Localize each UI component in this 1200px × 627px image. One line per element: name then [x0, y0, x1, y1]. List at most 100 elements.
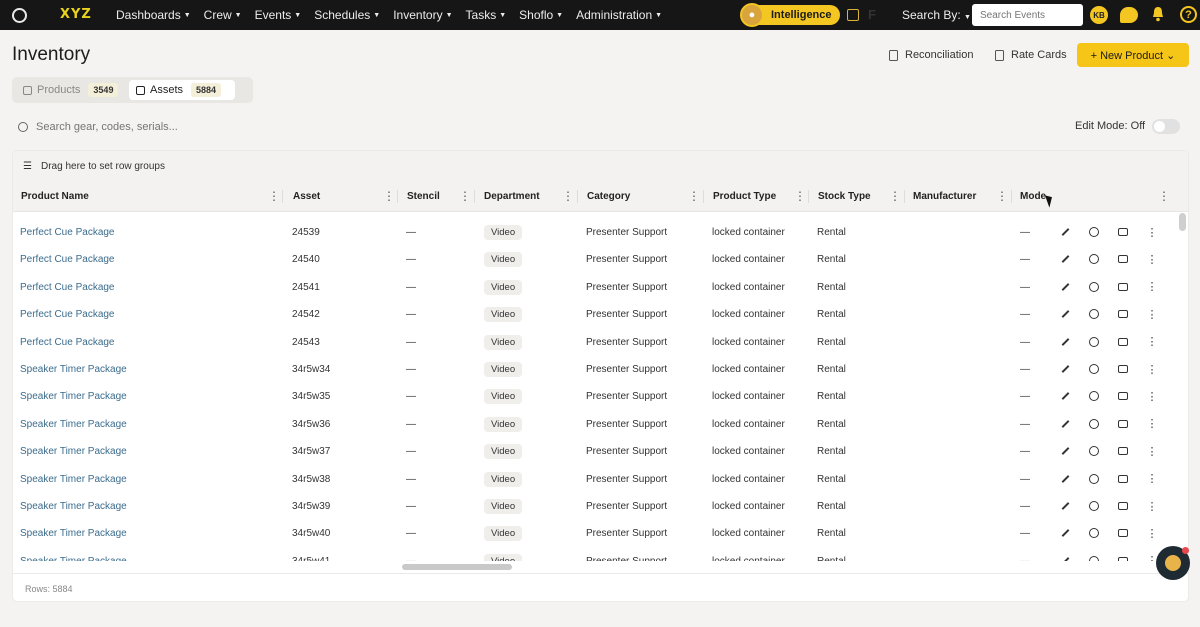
printer-icon[interactable]: [1117, 226, 1129, 238]
horizontal-scrollbar-track[interactable]: [13, 561, 1188, 571]
rate-cards-button[interactable]: Rate Cards: [995, 44, 1067, 66]
table-row[interactable]: Speaker Timer Package 34r5w34 — Video Presen…: [13, 356, 1188, 383]
horizontal-scrollbar-thumb[interactable]: [402, 564, 512, 570]
column-divider[interactable]: [904, 190, 905, 203]
column-divider[interactable]: [397, 190, 398, 203]
brand-logo[interactable]: XYZ: [60, 7, 92, 22]
nav-inventory[interactable]: Inventory ▼: [393, 8, 452, 22]
edit-pencil-icon[interactable]: [1059, 363, 1071, 375]
history-icon[interactable]: [1088, 527, 1100, 539]
more-vertical-icon[interactable]: ⋮: [1146, 336, 1158, 348]
more-vertical-icon[interactable]: ⋮: [1146, 281, 1158, 293]
search-by-dropdown[interactable]: Search By: ▼: [902, 8, 971, 22]
printer-icon[interactable]: [1117, 473, 1129, 485]
history-icon[interactable]: [1088, 390, 1100, 402]
cell-product-name[interactable]: Speaker Timer Package: [20, 438, 127, 465]
history-icon[interactable]: [1088, 418, 1100, 430]
column-divider[interactable]: [282, 190, 283, 203]
history-icon[interactable]: [1088, 308, 1100, 320]
column-menu-icon[interactable]: ⋮: [794, 190, 806, 202]
printer-icon[interactable]: [1117, 500, 1129, 512]
column-header-category[interactable]: Category: [587, 181, 630, 212]
column-menu-icon[interactable]: ⋮: [996, 190, 1008, 202]
column-menu-icon[interactable]: ⋮: [688, 190, 700, 202]
column-menu-icon[interactable]: ⋮: [383, 190, 395, 202]
grid-menu-icon[interactable]: ⋮: [1158, 190, 1170, 202]
gear-search-input[interactable]: [36, 121, 286, 133]
nav-tasks[interactable]: Tasks ▼: [466, 8, 507, 22]
column-divider[interactable]: [577, 190, 578, 203]
search-events-input[interactable]: [972, 4, 1083, 26]
user-avatar[interactable]: KB: [1090, 6, 1108, 24]
nav-dashboards[interactable]: Dashboards ▼: [116, 8, 191, 22]
table-row[interactable]: Speaker Timer Package 34r5w38 — Video Presen…: [13, 466, 1188, 493]
nav-administration[interactable]: Administration ▼: [576, 8, 662, 22]
new-product-button[interactable]: + New Product ⌄: [1077, 43, 1189, 67]
more-vertical-icon[interactable]: ⋮: [1146, 418, 1158, 430]
column-divider[interactable]: [474, 190, 475, 203]
column-divider[interactable]: [703, 190, 704, 203]
history-icon[interactable]: [1088, 253, 1100, 265]
column-header-manufacturer[interactable]: Manufacturer: [913, 181, 976, 212]
edit-pencil-icon[interactable]: [1059, 253, 1071, 265]
edit-mode-toggle[interactable]: [1152, 119, 1180, 134]
table-row[interactable]: Speaker Timer Package 34r5w39 — Video Presen…: [13, 493, 1188, 520]
history-icon[interactable]: [1088, 281, 1100, 293]
table-row[interactable]: Speaker Timer Package 34r5w37 — Video Presen…: [13, 438, 1188, 465]
reconciliation-button[interactable]: Reconciliation: [889, 44, 973, 66]
edit-pencil-icon[interactable]: [1059, 500, 1071, 512]
more-vertical-icon[interactable]: ⋮: [1146, 363, 1158, 376]
edit-pencil-icon[interactable]: [1059, 281, 1071, 293]
edit-pencil-icon[interactable]: [1059, 418, 1071, 430]
vertical-scrollbar-thumb[interactable]: [1179, 213, 1186, 231]
table-row[interactable]: Speaker Timer Package 34r5w36 — Video Presen…: [13, 411, 1188, 438]
table-row[interactable]: Speaker Timer Package 34r5w40 — Video Presen…: [13, 520, 1188, 547]
tab-assets[interactable]: Assets 5884: [129, 80, 235, 100]
printer-icon[interactable]: [1117, 253, 1129, 265]
history-icon[interactable]: [1088, 226, 1100, 238]
cell-product-name[interactable]: Speaker Timer Package: [20, 411, 127, 438]
cell-product-name[interactable]: Speaker Timer Package: [20, 548, 127, 561]
more-vertical-icon[interactable]: ⋮: [1146, 473, 1158, 485]
cell-product-name[interactable]: Speaker Timer Package: [20, 466, 127, 493]
cell-product-name[interactable]: Perfect Cue Package: [20, 301, 115, 328]
history-icon[interactable]: [1088, 363, 1100, 375]
column-menu-icon[interactable]: ⋮: [889, 190, 901, 202]
table-row[interactable]: Perfect Cue Package 24540 — Video Presenter …: [13, 246, 1188, 273]
cell-product-name[interactable]: Speaker Timer Package: [20, 356, 127, 383]
column-divider[interactable]: [808, 190, 809, 203]
edit-pencil-icon[interactable]: [1059, 226, 1071, 238]
chat-icon[interactable]: [1120, 7, 1138, 23]
cell-product-name[interactable]: Perfect Cue Package: [20, 246, 115, 273]
history-icon[interactable]: [1088, 500, 1100, 512]
edit-pencil-icon[interactable]: [1059, 527, 1071, 539]
printer-icon[interactable]: [1117, 527, 1129, 539]
column-menu-icon[interactable]: ⋮: [459, 190, 471, 202]
cell-product-name[interactable]: Speaker Timer Package: [20, 383, 127, 410]
printer-icon[interactable]: [1117, 418, 1129, 430]
table-row[interactable]: Perfect Cue Package 24543 — Video Presenter …: [13, 329, 1188, 356]
edit-pencil-icon[interactable]: [1059, 390, 1071, 402]
history-icon[interactable]: [1088, 445, 1100, 457]
printer-icon[interactable]: [1117, 363, 1129, 375]
calendar-icon[interactable]: [847, 9, 859, 21]
cell-product-name[interactable]: Speaker Timer Package: [20, 520, 127, 547]
table-row[interactable]: Speaker Timer Package 34r5w35 — Video Presen…: [13, 383, 1188, 410]
f-app-icon[interactable]: F: [868, 7, 876, 22]
edit-pencil-icon[interactable]: [1059, 473, 1071, 485]
more-vertical-icon[interactable]: ⋮: [1146, 308, 1158, 321]
column-header-stock-type[interactable]: Stock Type: [818, 181, 871, 212]
more-vertical-icon[interactable]: ⋮: [1146, 527, 1158, 540]
edit-pencil-icon[interactable]: [1059, 308, 1071, 320]
column-header-product-type[interactable]: Product Type: [713, 181, 776, 212]
table-row[interactable]: Speaker Timer Package 34r5w41 — Video Presen…: [13, 548, 1188, 561]
more-vertical-icon[interactable]: ⋮: [1146, 500, 1158, 513]
intelligence-button[interactable]: ● Intelligence: [740, 3, 840, 27]
nav-schedules[interactable]: Schedules ▼: [314, 8, 380, 22]
edit-pencil-icon[interactable]: [1059, 336, 1071, 348]
support-chat-button[interactable]: [1156, 546, 1190, 580]
cell-product-name[interactable]: Perfect Cue Package: [20, 329, 115, 356]
table-row[interactable]: Perfect Cue Package 24541 — Video Presenter …: [13, 274, 1188, 301]
table-row[interactable]: Perfect Cue Package 24539 — Video Presenter …: [13, 219, 1188, 246]
column-header-asset[interactable]: Asset: [293, 181, 320, 212]
